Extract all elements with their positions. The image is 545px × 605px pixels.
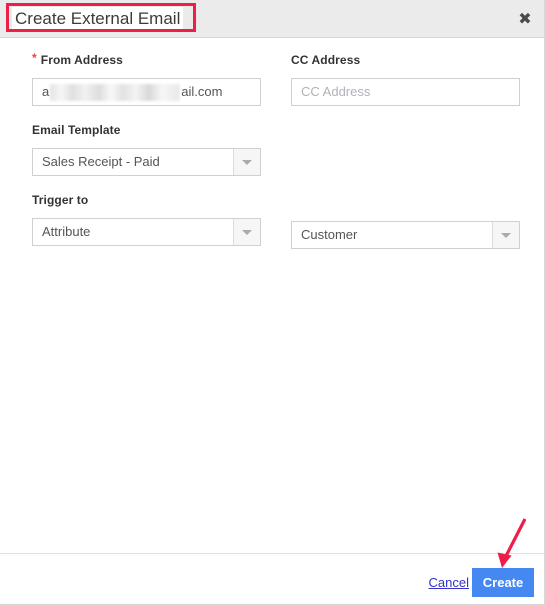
- trigger-target-value: Customer: [301, 227, 358, 242]
- trigger-target-label: [291, 193, 520, 210]
- cc-address-label: CC Address: [291, 53, 361, 67]
- email-template-label: Email Template: [32, 123, 121, 137]
- chevron-down-icon[interactable]: [233, 219, 260, 245]
- field-from-address: * From Address a ail.com: [32, 51, 261, 106]
- dialog-footer: Cancel Create: [0, 553, 544, 604]
- from-address-label: * From Address: [32, 51, 261, 67]
- trigger-to-value: Attribute: [42, 224, 91, 239]
- email-template-select[interactable]: Sales Receipt - Paid: [32, 148, 261, 176]
- trigger-target-select[interactable]: Customer: [291, 221, 520, 249]
- email-template-value: Sales Receipt - Paid: [42, 154, 160, 169]
- trigger-to-label: Trigger to: [32, 193, 89, 207]
- field-trigger-to: Trigger to Attribute: [32, 193, 261, 246]
- dialog-header: Create External Email ✖: [0, 0, 544, 38]
- required-asterisk: *: [32, 51, 37, 65]
- from-address-value: a ail.com: [42, 79, 251, 105]
- create-external-email-dialog: Create External Email ✖ * From Address aa…: [0, 0, 545, 605]
- dialog-body: * From Address a ail.com CC Address CC Add…: [0, 39, 544, 553]
- trigger-to-select[interactable]: Attribute: [32, 218, 261, 246]
- create-button[interactable]: Create: [472, 568, 534, 597]
- field-email-template: Email Template Sales Receipt - Paid: [32, 123, 261, 176]
- field-cc-address: CC Address CC Address: [291, 53, 520, 106]
- cc-address-input[interactable]: CC Address: [291, 78, 520, 106]
- from-address-input[interactable]: a ail.com: [32, 78, 261, 106]
- chevron-down-icon[interactable]: [492, 222, 519, 248]
- cancel-button[interactable]: Cancel: [429, 575, 469, 591]
- redaction-blur-overlay: [50, 84, 181, 102]
- field-trigger-target: Customer: [291, 193, 520, 249]
- dialog-title: Create External Email: [12, 7, 184, 32]
- close-icon[interactable]: ✖: [515, 9, 535, 29]
- from-address-label-text: From Address: [40, 53, 123, 67]
- from-address-value-prefix: a: [42, 84, 50, 99]
- from-address-value-suffix: ail.com: [181, 84, 223, 99]
- chevron-down-icon[interactable]: [233, 149, 260, 175]
